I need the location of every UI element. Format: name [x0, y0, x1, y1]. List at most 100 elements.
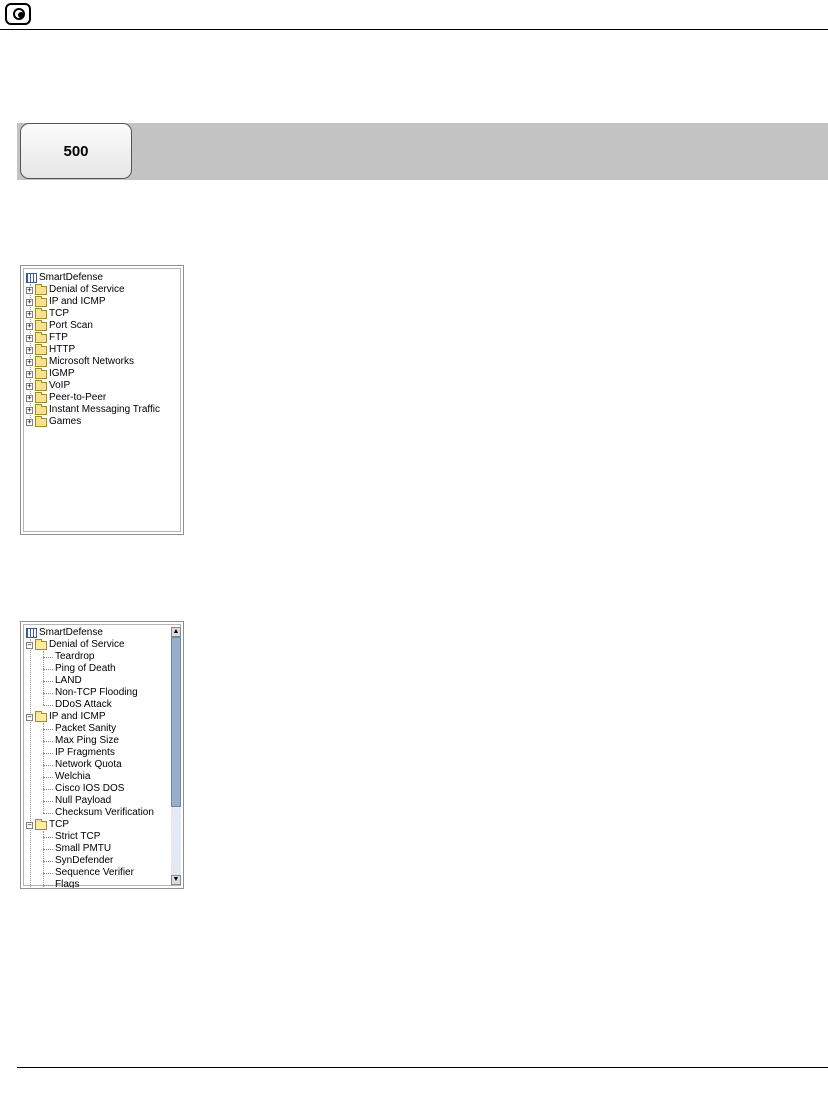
expand-icon[interactable]: +	[26, 286, 33, 294]
tree-connector	[43, 848, 53, 850]
tree-leaf[interactable]: Non-TCP Flooding	[43, 687, 138, 699]
tree-connector	[43, 884, 53, 886]
expand-icon[interactable]: +	[26, 334, 33, 342]
expand-icon[interactable]: +	[26, 370, 33, 378]
tree-leaf-label: Ping of Death	[55, 663, 116, 674]
smartdefense-tree-collapsed: SmartDefense + Denial of Service + IP an…	[20, 265, 184, 535]
tree-leaf[interactable]: Ping of Death	[43, 663, 116, 675]
tree-item[interactable]: + TCP	[26, 307, 69, 320]
tree-leaf-label: Flags	[55, 879, 80, 889]
tree-leaf-label: Strict TCP	[55, 831, 101, 842]
expand-icon[interactable]: +	[26, 418, 33, 426]
tree-item-label: HTTP	[49, 344, 76, 355]
tree-connector	[43, 800, 53, 802]
folder-icon	[35, 403, 47, 415]
tree-leaf[interactable]: Packet Sanity	[43, 723, 116, 735]
tree-leaf-label: Max Ping Size	[55, 735, 119, 746]
tree-group[interactable]: − TCP	[26, 818, 69, 831]
tree-connector	[43, 764, 53, 766]
tree-guide-line	[30, 639, 31, 888]
tree-connector	[43, 872, 53, 874]
tree-leaf[interactable]: Teardrop	[43, 651, 94, 663]
tree-leaf-label: Small PMTU	[55, 843, 112, 854]
tree-root-label: SmartDefense	[39, 272, 103, 283]
expand-icon[interactable]: +	[26, 346, 33, 354]
tree-root[interactable]: SmartDefense	[26, 627, 103, 639]
tree-leaf[interactable]: Network Quota	[43, 759, 122, 771]
folder-icon	[35, 355, 47, 367]
folder-icon	[35, 343, 47, 355]
tree-leaf[interactable]: DDoS Attack	[43, 699, 112, 711]
folder-icon	[35, 319, 47, 331]
tree-item-label: VoIP	[49, 380, 71, 391]
tree-item[interactable]: + FTP	[26, 331, 68, 344]
scroll-down-icon[interactable]: ▼	[171, 875, 181, 885]
tree-leaf-label: Network Quota	[55, 759, 122, 770]
tree-item[interactable]: + Instant Messaging Traffic	[26, 403, 160, 416]
scroll-up-icon[interactable]: ▲	[171, 627, 181, 637]
tree-item[interactable]: + Microsoft Networks	[26, 355, 135, 368]
tree-leaf[interactable]: Max Ping Size	[43, 735, 119, 747]
tree-leaf[interactable]: SynDefender	[43, 855, 113, 867]
tree-item[interactable]: + Denial of Service	[26, 283, 125, 296]
tree-connector	[43, 740, 53, 742]
collapse-icon[interactable]: −	[26, 641, 33, 649]
tree-item[interactable]: + IP and ICMP	[26, 295, 106, 308]
folder-icon	[35, 283, 47, 295]
tree-leaf[interactable]: Small PMTU	[43, 843, 111, 855]
tree-item[interactable]: + IGMP	[26, 367, 75, 380]
tree-leaf[interactable]: Sequence Verifier	[43, 867, 134, 879]
tree-leaf[interactable]: LAND	[43, 675, 82, 687]
folder-icon	[35, 307, 47, 319]
tree-item[interactable]: + Port Scan	[26, 319, 93, 332]
tree-leaf-label: DDoS Attack	[55, 699, 112, 710]
collapse-icon[interactable]: −	[26, 713, 33, 721]
tree-leaf-label: Teardrop	[55, 651, 95, 662]
expand-icon[interactable]: +	[26, 298, 33, 306]
expand-icon[interactable]: +	[26, 310, 33, 318]
header-rule	[0, 29, 828, 30]
tree-item-label: IGMP	[49, 368, 75, 379]
folder-icon	[35, 295, 47, 307]
expand-icon[interactable]: +	[26, 394, 33, 402]
tree-leaf[interactable]: Null Payload	[43, 795, 111, 807]
tree-group[interactable]: − Denial of Service	[26, 638, 125, 651]
tree-connector	[43, 692, 53, 694]
tree-leaf-label: Welchia	[55, 771, 91, 782]
tree-connector	[43, 788, 53, 790]
tree-item-label: Peer-to-Peer	[49, 392, 107, 403]
tree-scrollbar[interactable]: ▲ ▼	[171, 627, 181, 885]
tree-item[interactable]: + Games	[26, 415, 81, 428]
tree-leaf[interactable]: Flags	[43, 879, 80, 889]
tree-leaf[interactable]: Strict TCP	[43, 831, 100, 843]
tree-leaf-label: IP Fragments	[55, 747, 115, 758]
tree-group-label: IP and ICMP	[49, 711, 106, 722]
scroll-thumb[interactable]	[171, 637, 181, 807]
tree-item[interactable]: + Peer-to-Peer	[26, 391, 107, 404]
expand-icon[interactable]: +	[26, 382, 33, 390]
tree-item[interactable]: + VoIP	[26, 379, 71, 392]
tree-group[interactable]: − IP and ICMP	[26, 710, 106, 723]
logo-icon	[5, 3, 31, 25]
tree-leaf[interactable]: Cisco IOS DOS	[43, 783, 124, 795]
expand-icon[interactable]: +	[26, 322, 33, 330]
collapse-icon[interactable]: −	[26, 821, 33, 829]
tree-root[interactable]: SmartDefense	[26, 272, 103, 284]
tree-connector	[43, 656, 53, 658]
expand-icon[interactable]: +	[26, 358, 33, 366]
expand-icon[interactable]: +	[26, 406, 33, 414]
tree-leaf[interactable]: Welchia	[43, 771, 90, 783]
tree-leaf[interactable]: Checksum Verification	[43, 807, 154, 819]
tree-connector	[43, 728, 53, 730]
open-folder-icon	[35, 710, 47, 722]
tree-leaf[interactable]: IP Fragments	[43, 747, 115, 759]
tree-item-label: IP and ICMP	[49, 296, 106, 307]
folder-icon	[35, 331, 47, 343]
folder-icon	[35, 391, 47, 403]
tree-leaf-label: Packet Sanity	[55, 723, 117, 734]
tree-item[interactable]: + HTTP	[26, 343, 76, 356]
tree-connector	[43, 812, 53, 814]
folder-icon	[35, 367, 47, 379]
tree-item-label: Microsoft Networks	[49, 356, 135, 367]
tree-leaf-label: Checksum Verification	[55, 807, 154, 818]
